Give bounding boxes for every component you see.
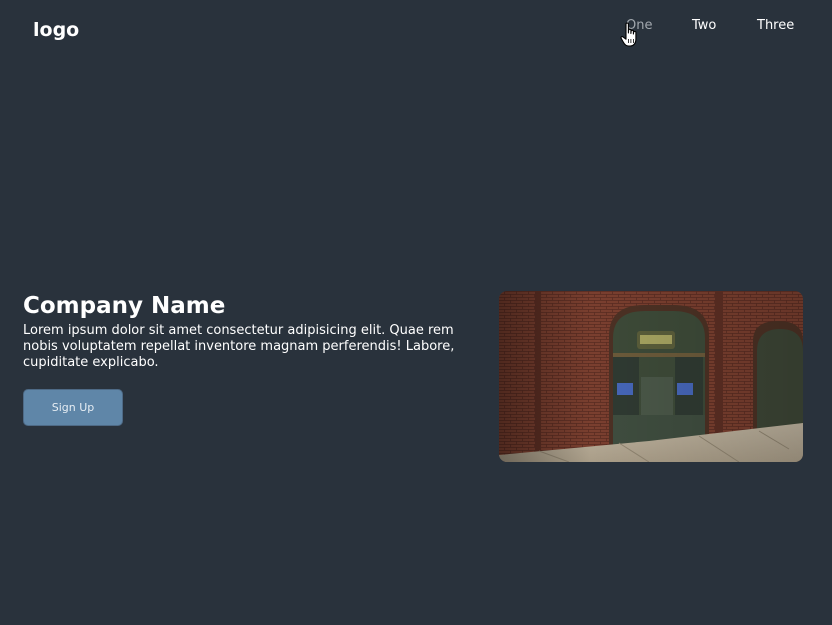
hero-description: Lorem ipsum dolor sit amet consectetur a… — [23, 323, 455, 370]
hand-pointer-icon — [620, 22, 637, 47]
top-nav: One Two Three — [0, 17, 832, 35]
company-name-heading: Company Name — [23, 293, 226, 319]
sign-up-button[interactable]: Sign Up — [23, 389, 123, 426]
storefront-photo — [499, 291, 803, 462]
nav-link-three[interactable]: Three — [757, 17, 794, 35]
landing-page: logo One Two Three Company Name Lorem ip… — [0, 0, 832, 625]
nav-link-two[interactable]: Two — [692, 17, 716, 35]
